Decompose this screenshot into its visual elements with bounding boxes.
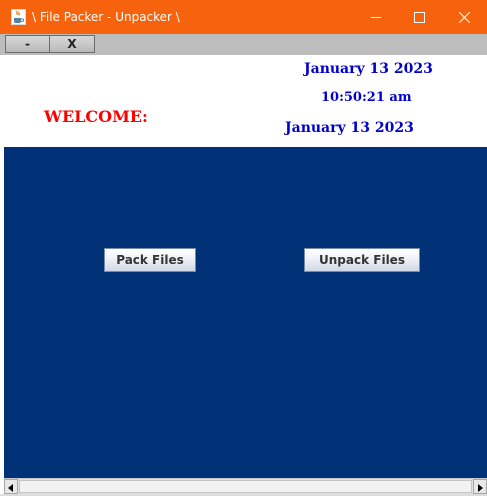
- window-title: \ File Packer - Unpacker \: [32, 10, 180, 24]
- minimize-window-button[interactable]: [353, 0, 399, 34]
- scroll-left-button[interactable]: [4, 479, 18, 494]
- date-label-top: January 13 2023: [304, 61, 433, 77]
- maximize-window-button[interactable]: [396, 0, 442, 34]
- pack-files-button[interactable]: Pack Files: [104, 248, 196, 272]
- close-window-button[interactable]: [441, 0, 487, 34]
- toolbar: - X: [0, 34, 487, 55]
- main-panel: Pack Files Unpack Files: [4, 147, 487, 478]
- maximize-icon: [413, 8, 425, 27]
- java-coffee-cup-icon: [11, 9, 26, 25]
- application-window: \ File Packer - Unpacker \ - X January 1…: [0, 0, 487, 496]
- clock-label: 10:50:21 am: [321, 90, 412, 105]
- exit-button[interactable]: X: [49, 35, 95, 53]
- date-label-bottom: January 13 2023: [285, 120, 414, 136]
- scrollbar-thumb[interactable]: [19, 480, 472, 493]
- header-panel: January 13 2023 10:50:21 am WELCOME: Jan…: [4, 55, 487, 147]
- title-bar[interactable]: \ File Packer - Unpacker \: [0, 0, 487, 34]
- minimize-button[interactable]: -: [5, 35, 50, 53]
- close-icon: [458, 8, 470, 27]
- horizontal-scrollbar[interactable]: [4, 478, 487, 494]
- minimize-icon: [370, 8, 382, 27]
- welcome-label: WELCOME:: [44, 107, 148, 126]
- unpack-files-button[interactable]: Unpack Files: [304, 248, 420, 272]
- scroll-right-button[interactable]: [473, 479, 487, 494]
